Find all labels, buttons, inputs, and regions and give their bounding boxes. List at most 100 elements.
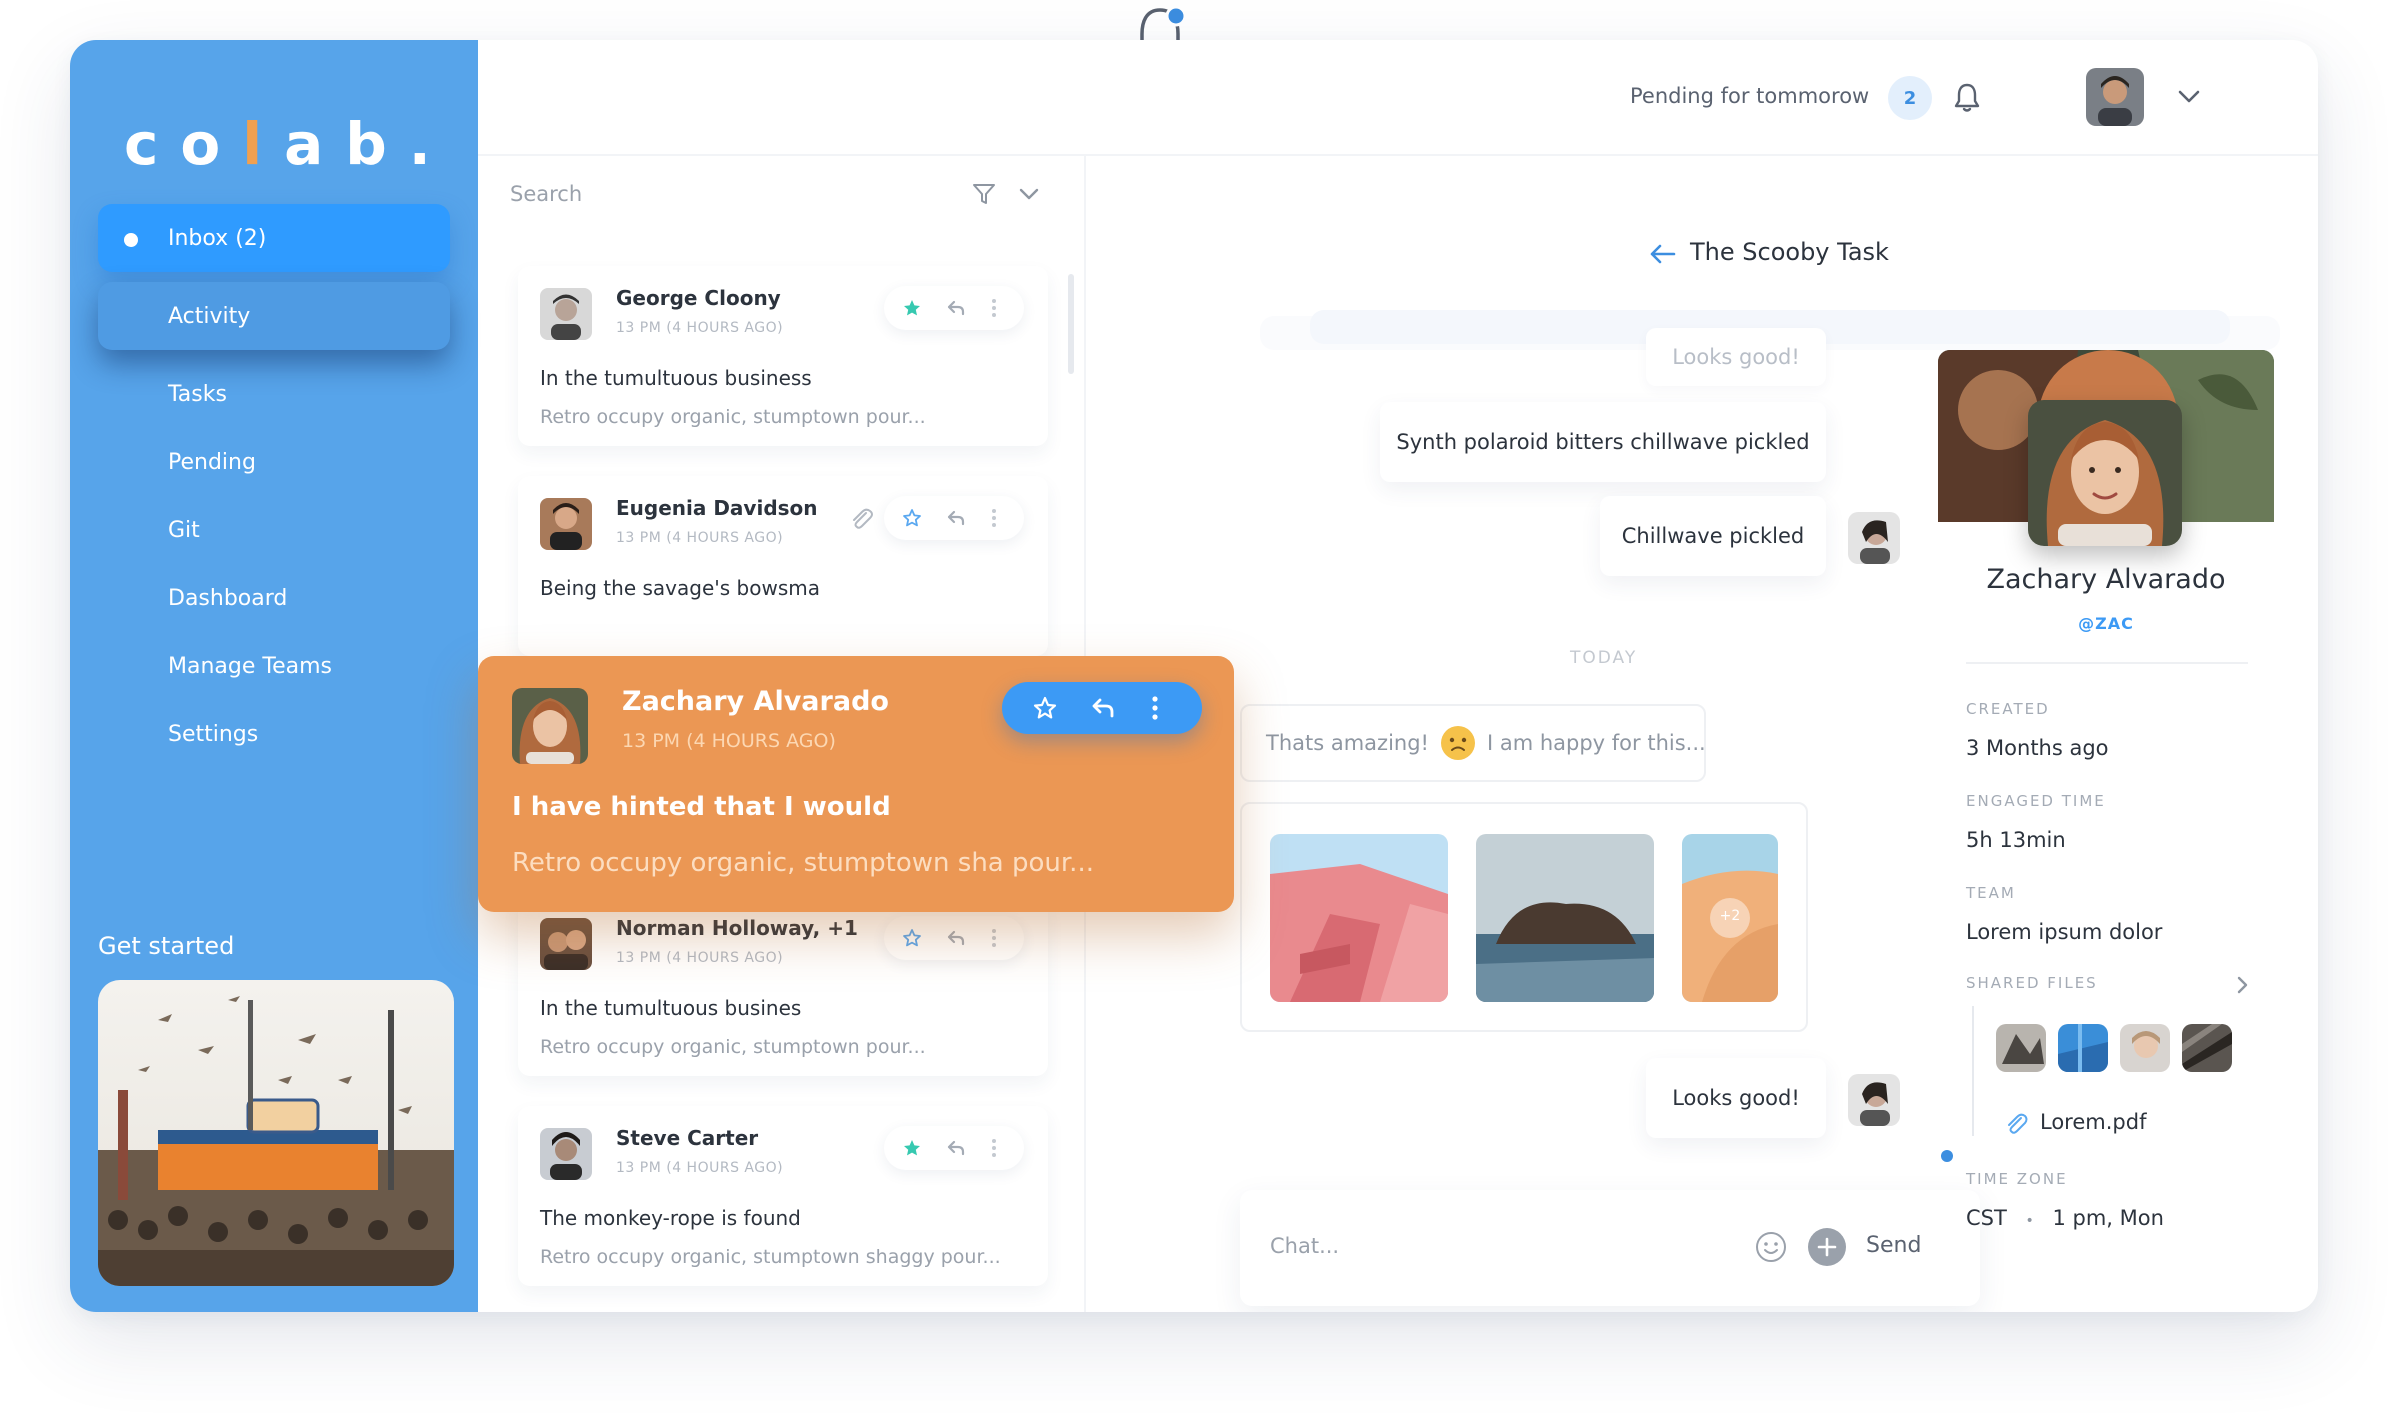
- engaged-time-value: 5h 13min: [1966, 828, 2066, 852]
- message-actions: [884, 916, 1024, 960]
- highlighted-message-card[interactable]: Zachary Alvarado 13 PM (4 HOURS AGO) I h…: [478, 656, 1234, 912]
- chat-bubble-outgoing: Chillwave pickled: [1600, 496, 1826, 576]
- paperclip-icon: [853, 508, 873, 529]
- message-subject: In the tumultuous business: [540, 366, 812, 390]
- get-started-image[interactable]: [98, 980, 454, 1286]
- sidebar-item-label: Inbox (2): [168, 225, 267, 251]
- sidebar-item-label: Activity: [168, 303, 251, 329]
- message-preview: Retro occupy organic, stumptown pour...: [540, 1036, 926, 1058]
- avatar: [540, 918, 592, 970]
- send-button[interactable]: Send: [1866, 1233, 1921, 1258]
- star-icon[interactable]: [1032, 695, 1058, 721]
- gallery-image[interactable]: [1476, 834, 1654, 1002]
- chat-input-bar: Chat... Send: [1240, 1190, 1980, 1306]
- list-item[interactable]: Norman Holloway, +1 13 PM (4 HOURS AGO) …: [518, 896, 1048, 1076]
- chat-bubble-incoming: Thats amazing! I am happy for this...: [1240, 704, 1706, 782]
- sidebar-item-inbox[interactable]: Inbox (2): [98, 204, 450, 272]
- reply-icon[interactable]: [946, 928, 966, 948]
- avatar: [1848, 1074, 1900, 1126]
- timestamp: 13 PM (4 HOURS AGO): [622, 730, 836, 752]
- more-icon[interactable]: [1150, 695, 1160, 721]
- chat-bubble-outgoing: Looks good!: [1646, 328, 1826, 386]
- sidebar-item-manage-teams[interactable]: Manage Teams: [98, 632, 450, 700]
- list-item[interactable]: George Cloony 13 PM (4 HOURS AGO) In the…: [518, 266, 1048, 446]
- message-subject: In the tumultuous busines: [540, 996, 802, 1020]
- user-avatar[interactable]: [2086, 68, 2144, 126]
- shared-file-thumbnail[interactable]: [2120, 1024, 2170, 1072]
- chevron-down-icon[interactable]: [1018, 186, 1040, 202]
- timestamp: 13 PM (4 HOURS AGO): [616, 530, 784, 546]
- star-icon[interactable]: [902, 298, 922, 318]
- chat-bubble-outgoing: Looks good!: [1646, 1058, 1826, 1138]
- day-separator: TODAY: [1570, 648, 1638, 668]
- engaged-time-label: ENGAGED TIME: [1966, 792, 2106, 810]
- sidebar-item-git[interactable]: Git: [98, 496, 450, 564]
- sidebar-item-dashboard[interactable]: Dashboard: [98, 564, 450, 632]
- bell-icon[interactable]: [1950, 80, 1984, 114]
- sender-name: Steve Carter: [616, 1126, 759, 1150]
- more-icon[interactable]: [990, 1138, 998, 1158]
- files-divider: [1972, 1006, 1974, 1136]
- message-preview: Retro occupy organic, stumptown pour...: [540, 406, 926, 428]
- sad-emoji-icon: [1440, 726, 1475, 760]
- time-zone-value: CST • 1 pm, Mon: [1966, 1206, 2164, 1230]
- reply-icon[interactable]: [946, 508, 966, 528]
- sender-name: Zachary Alvarado: [622, 686, 889, 717]
- more-icon[interactable]: [990, 508, 998, 528]
- chat-title: The Scooby Task: [1690, 238, 1889, 266]
- shared-file-name[interactable]: Lorem.pdf: [2040, 1110, 2146, 1134]
- list-item[interactable]: Eugenia Davidson 13 PM (4 HOURS AGO) Bei…: [518, 476, 1048, 656]
- pending-text: Pending for tommorow: [1630, 84, 1870, 108]
- chat-bubble-outgoing: Synth polaroid bitters chillwave pickled: [1380, 402, 1826, 482]
- star-icon[interactable]: [902, 928, 922, 948]
- message-preview: Retro occupy organic, stumptown shaggy p…: [540, 1246, 1001, 1268]
- sidebar-item-label: Manage Teams: [168, 653, 332, 679]
- more-icon[interactable]: [990, 928, 998, 948]
- avatar: [540, 1128, 592, 1180]
- star-icon[interactable]: [902, 1138, 922, 1158]
- app-window: colab. Inbox (2) Activity Tasks Pending …: [70, 40, 2318, 1312]
- gallery-image[interactable]: +2: [1682, 834, 1778, 1002]
- shared-file-thumbnail[interactable]: [2182, 1024, 2232, 1072]
- get-started-heading: Get started: [98, 932, 235, 960]
- message-subject: The monkey-rope is found: [540, 1206, 801, 1230]
- plus-icon: [1817, 1237, 1837, 1257]
- avatar: [1848, 512, 1900, 564]
- message-actions: [884, 496, 1024, 540]
- shared-file-thumbnail[interactable]: [1996, 1024, 2046, 1072]
- more-icon[interactable]: [990, 298, 998, 318]
- message-actions: [884, 286, 1024, 330]
- chevron-down-icon[interactable]: [2176, 86, 2202, 106]
- reply-icon[interactable]: [1090, 695, 1116, 721]
- reply-icon[interactable]: [946, 1138, 966, 1158]
- team-value: Lorem ipsum dolor: [1966, 920, 2163, 944]
- team-label: TEAM: [1966, 884, 2016, 902]
- reply-icon[interactable]: [946, 298, 966, 318]
- image-gallery: +2: [1240, 802, 1808, 1032]
- chevron-right-icon[interactable]: [2236, 974, 2250, 996]
- gallery-more-count[interactable]: +2: [1710, 908, 1750, 924]
- sender-name: Eugenia Davidson: [616, 496, 818, 520]
- smiley-icon[interactable]: [1754, 1230, 1788, 1264]
- logo: colab.: [124, 110, 453, 178]
- list-item[interactable]: Steve Carter 13 PM (4 HOURS AGO) The mon…: [518, 1106, 1048, 1286]
- scrollbar[interactable]: [1068, 274, 1074, 374]
- profile-handle[interactable]: @ZAC: [1938, 614, 2274, 633]
- profile-avatar[interactable]: [2028, 400, 2182, 546]
- filter-icon[interactable]: [972, 182, 996, 206]
- chat-input[interactable]: Chat...: [1270, 1234, 1339, 1258]
- gallery-image[interactable]: [1270, 834, 1448, 1002]
- pending-count-badge[interactable]: 2: [1888, 76, 1932, 120]
- sidebar-item-settings[interactable]: Settings: [98, 700, 450, 768]
- search-input[interactable]: Search: [510, 182, 582, 206]
- sidebar-item-label: Tasks: [168, 381, 227, 407]
- sidebar-item-activity[interactable]: Activity: [98, 282, 450, 350]
- sidebar-item-pending[interactable]: Pending: [98, 428, 450, 496]
- shared-file-thumbnail[interactable]: [2058, 1024, 2108, 1072]
- time-zone-label: TIME ZONE: [1966, 1170, 2068, 1188]
- message-actions: [1002, 682, 1202, 734]
- star-icon[interactable]: [902, 508, 922, 528]
- back-arrow-icon[interactable]: [1648, 242, 1678, 266]
- sidebar-item-tasks[interactable]: Tasks: [98, 360, 450, 428]
- add-attachment-button[interactable]: [1808, 1228, 1846, 1266]
